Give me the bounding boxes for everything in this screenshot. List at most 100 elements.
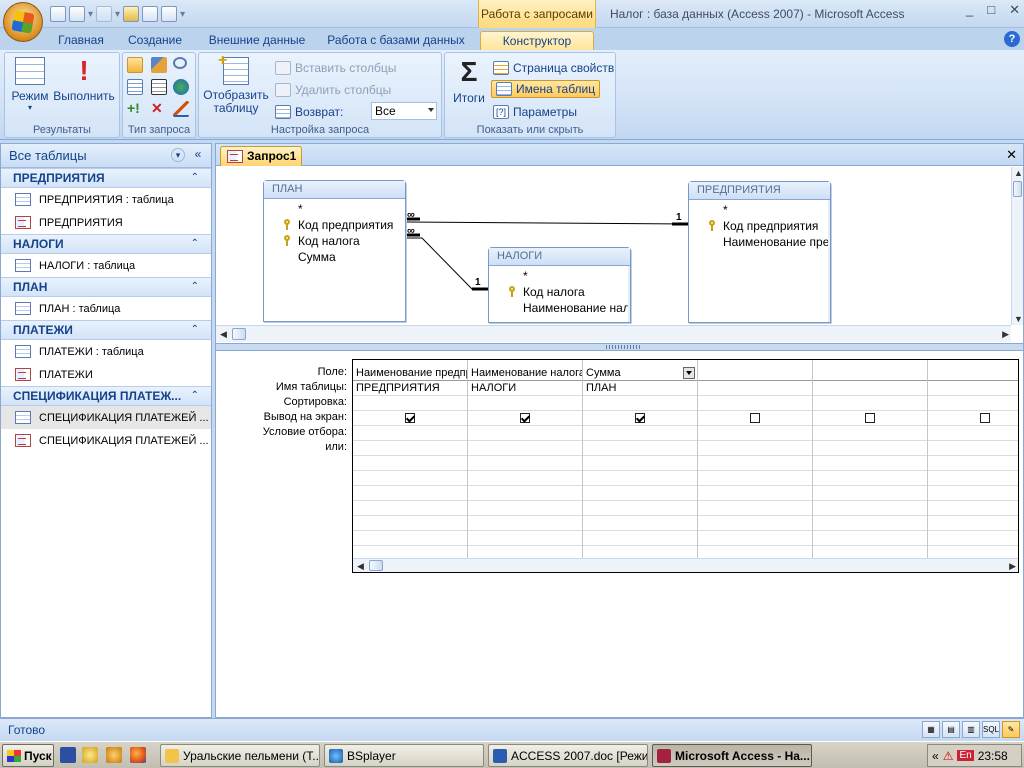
grid-sort-cell[interactable] <box>353 396 467 411</box>
field-list-item[interactable]: Наименование предприятия <box>693 234 830 250</box>
scroll-thumb[interactable] <box>369 560 383 571</box>
nav-item[interactable]: СПЕЦИФИКАЦИЯ ПЛАТЕЖЕЙ ... <box>1 406 211 429</box>
grid-extra-cell[interactable] <box>353 501 467 516</box>
grid-field-cell[interactable] <box>928 366 1018 381</box>
nav-item[interactable]: ПЛАТЕЖИ : таблица <box>1 340 211 363</box>
datasheet-view-button[interactable]: ▦ <box>922 721 940 738</box>
run-button[interactable]: ! Выполнить <box>51 57 117 104</box>
chevron-up-icon[interactable]: ⌃ <box>191 321 199 339</box>
grid-extra-cell[interactable] <box>468 456 582 471</box>
field-list-scrollbar[interactable] <box>628 266 630 322</box>
scroll-thumb[interactable] <box>1013 181 1022 197</box>
show-checkbox[interactable] <box>635 413 645 423</box>
show-checkbox[interactable] <box>865 413 875 423</box>
nav-item[interactable]: ПЛАН : таблица <box>1 297 211 320</box>
grid-criteria-cell[interactable] <box>468 426 582 441</box>
grid-extra-cell[interactable] <box>928 531 1018 546</box>
help-icon[interactable]: ? <box>1004 31 1020 47</box>
grid-extra-cell[interactable] <box>468 531 582 546</box>
diagram-vertical-scrollbar[interactable]: ▲ ▼ <box>1011 167 1023 325</box>
grid-extra-cell[interactable] <box>583 531 697 546</box>
grid-or-cell[interactable] <box>468 441 582 456</box>
make-table-query-icon[interactable] <box>127 79 143 95</box>
field-list-predpr[interactable]: ПРЕДПРИЯТИЯ * Код предприятия Наименование… <box>688 181 831 323</box>
grid-extra-cell[interactable] <box>813 486 927 501</box>
nav-item[interactable]: СПЕЦИФИКАЦИЯ ПЛАТЕЖЕЙ ... <box>1 429 211 452</box>
grid-extra-cell[interactable] <box>813 471 927 486</box>
grid-extra-cell[interactable] <box>353 516 467 531</box>
grid-extra-cell[interactable] <box>928 516 1018 531</box>
field-list-item[interactable]: Код предприятия <box>268 217 405 233</box>
nav-group-header[interactable]: ПЛАН ⌃ <box>1 277 211 297</box>
grid-criteria-cell[interactable] <box>698 426 812 441</box>
redo-dropdown-icon[interactable]: ▾ <box>115 9 120 20</box>
grid-show-cell[interactable] <box>468 411 582 426</box>
show-checkbox[interactable] <box>405 413 415 423</box>
grid-extra-cell[interactable] <box>583 456 697 471</box>
grid-extra-cell[interactable] <box>698 516 812 531</box>
grid-table-cell[interactable] <box>813 381 927 396</box>
pivot-chart-view-button[interactable]: ▥ <box>962 721 980 738</box>
tab-create[interactable]: Создание <box>124 31 186 50</box>
grid-or-cell[interactable] <box>813 441 927 456</box>
relation-line-plan-nalogi[interactable] <box>407 237 488 290</box>
nav-item[interactable]: ПРЕДПРИЯТИЯ <box>1 211 211 234</box>
grid-sort-cell[interactable] <box>813 396 927 411</box>
grid-field-cell[interactable] <box>813 366 927 381</box>
warning-icon[interactable]: ⚠ <box>943 749 954 763</box>
grid-field-cell[interactable]: Наименование предприятия <box>353 366 467 381</box>
grid-extra-cell[interactable] <box>468 501 582 516</box>
minimize-button[interactable]: _ <box>966 2 973 18</box>
tab-external-data[interactable]: Внешние данные <box>204 31 310 50</box>
close-document-icon[interactable]: ✕ <box>1006 147 1017 163</box>
delete-query-icon[interactable]: ✕ <box>151 101 167 117</box>
grid-extra-cell[interactable] <box>583 486 697 501</box>
print-preview-icon[interactable] <box>142 6 159 22</box>
update-query-icon[interactable] <box>151 57 167 73</box>
dropdown-arrow-icon[interactable] <box>683 367 695 379</box>
grid-extra-cell[interactable] <box>468 516 582 531</box>
grid-sort-cell[interactable] <box>928 396 1018 411</box>
grid-extra-cell[interactable] <box>468 471 582 486</box>
tray-expand-icon[interactable]: « <box>932 749 939 763</box>
chevron-down-icon[interactable]: ▾ <box>171 148 185 162</box>
field-list-item[interactable]: Код налога <box>493 284 630 300</box>
pane-splitter[interactable] <box>216 343 1023 351</box>
grid-criteria-cell[interactable] <box>928 426 1018 441</box>
field-list-item[interactable]: Код предприятия <box>693 218 830 234</box>
taskbar-item[interactable]: Уральские пельмени (Т... <box>160 744 320 767</box>
undo-icon[interactable] <box>69 6 85 22</box>
taskbar-item[interactable]: ACCESS 2007.doc [Режи... <box>488 744 648 767</box>
grid-field-cell[interactable]: Сумма <box>583 366 697 381</box>
grid-extra-cell[interactable] <box>928 471 1018 486</box>
show-checkbox[interactable] <box>980 413 990 423</box>
totals-button[interactable]: Σ Итоги <box>449 57 489 106</box>
scroll-left-icon[interactable]: ◀ <box>220 329 227 340</box>
redo-icon[interactable] <box>96 6 113 22</box>
chevron-up-icon[interactable]: ⌃ <box>191 235 199 253</box>
field-list-item[interactable]: Наименование налога <box>493 300 630 316</box>
nav-item[interactable]: ПЛАТЕЖИ <box>1 363 211 386</box>
scroll-left-icon[interactable]: ◀ <box>357 561 364 572</box>
field-list-nalogi[interactable]: НАЛОГИ * Код налога Наименование налога <box>488 247 631 323</box>
chevron-up-icon[interactable]: ⌃ <box>191 387 199 405</box>
nav-group-header[interactable]: СПЕЦИФИКАЦИЯ ПЛАТЕЖ... ⌃ <box>1 386 211 406</box>
scroll-up-icon[interactable]: ▲ <box>1014 168 1023 178</box>
open-folder-icon[interactable] <box>123 6 140 22</box>
grid-show-cell[interactable] <box>928 411 1018 426</box>
tab-query1[interactable]: Запрос1 <box>220 146 302 166</box>
field-list-item[interactable]: Сумма <box>268 249 405 265</box>
grid-or-cell[interactable] <box>583 441 697 456</box>
grid-table-cell[interactable] <box>698 381 812 396</box>
show-checkbox[interactable] <box>520 413 530 423</box>
grid-extra-cell[interactable] <box>928 501 1018 516</box>
grid-sort-cell[interactable] <box>468 396 582 411</box>
parameters-button[interactable]: [?] Параметры <box>493 103 577 121</box>
nav-header[interactable]: Все таблицы ▾ « <box>1 144 211 168</box>
scroll-right-icon[interactable]: ▶ <box>1009 561 1016 572</box>
save-icon[interactable] <box>50 6 66 22</box>
grid-extra-cell[interactable] <box>353 471 467 486</box>
field-list-item[interactable]: * <box>693 202 830 218</box>
office-button[interactable] <box>3 2 43 42</box>
append-query-icon[interactable]: +! <box>127 101 143 117</box>
